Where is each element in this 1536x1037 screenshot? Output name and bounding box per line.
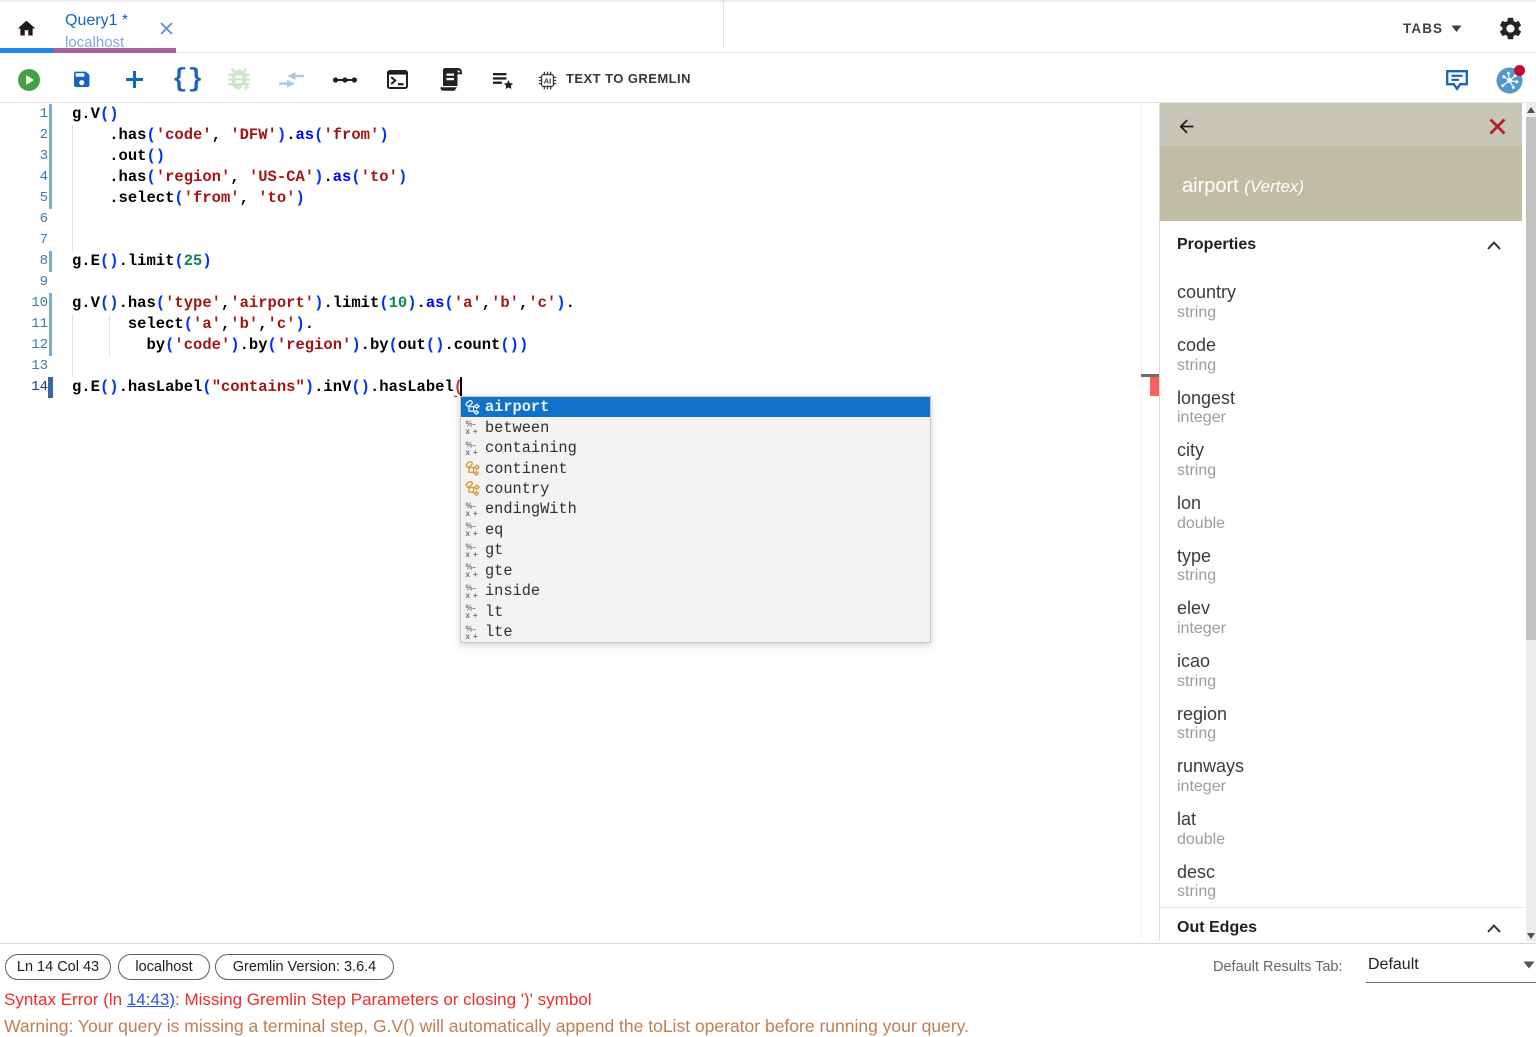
svg-text:x: x (466, 550, 471, 558)
svg-text:x: x (466, 427, 471, 435)
svg-text:+: + (473, 550, 478, 558)
svg-text:x: x (466, 529, 471, 537)
svg-text:+: + (473, 529, 478, 537)
svg-text:+: + (473, 611, 478, 619)
svg-text:AI: AI (544, 76, 552, 85)
svg-text:+: + (473, 448, 478, 456)
svg-text:+: + (473, 427, 478, 435)
svg-text:x: x (466, 570, 471, 578)
svg-text:+: + (473, 570, 478, 578)
svg-text:+: + (473, 632, 478, 640)
svg-text:+: + (473, 591, 478, 599)
svg-text:x: x (466, 611, 471, 619)
svg-text:x: x (466, 591, 471, 599)
svg-text:x: x (466, 632, 471, 640)
svg-text:x: x (466, 509, 471, 517)
svg-text:x: x (466, 448, 471, 456)
svg-text:+: + (473, 509, 478, 517)
